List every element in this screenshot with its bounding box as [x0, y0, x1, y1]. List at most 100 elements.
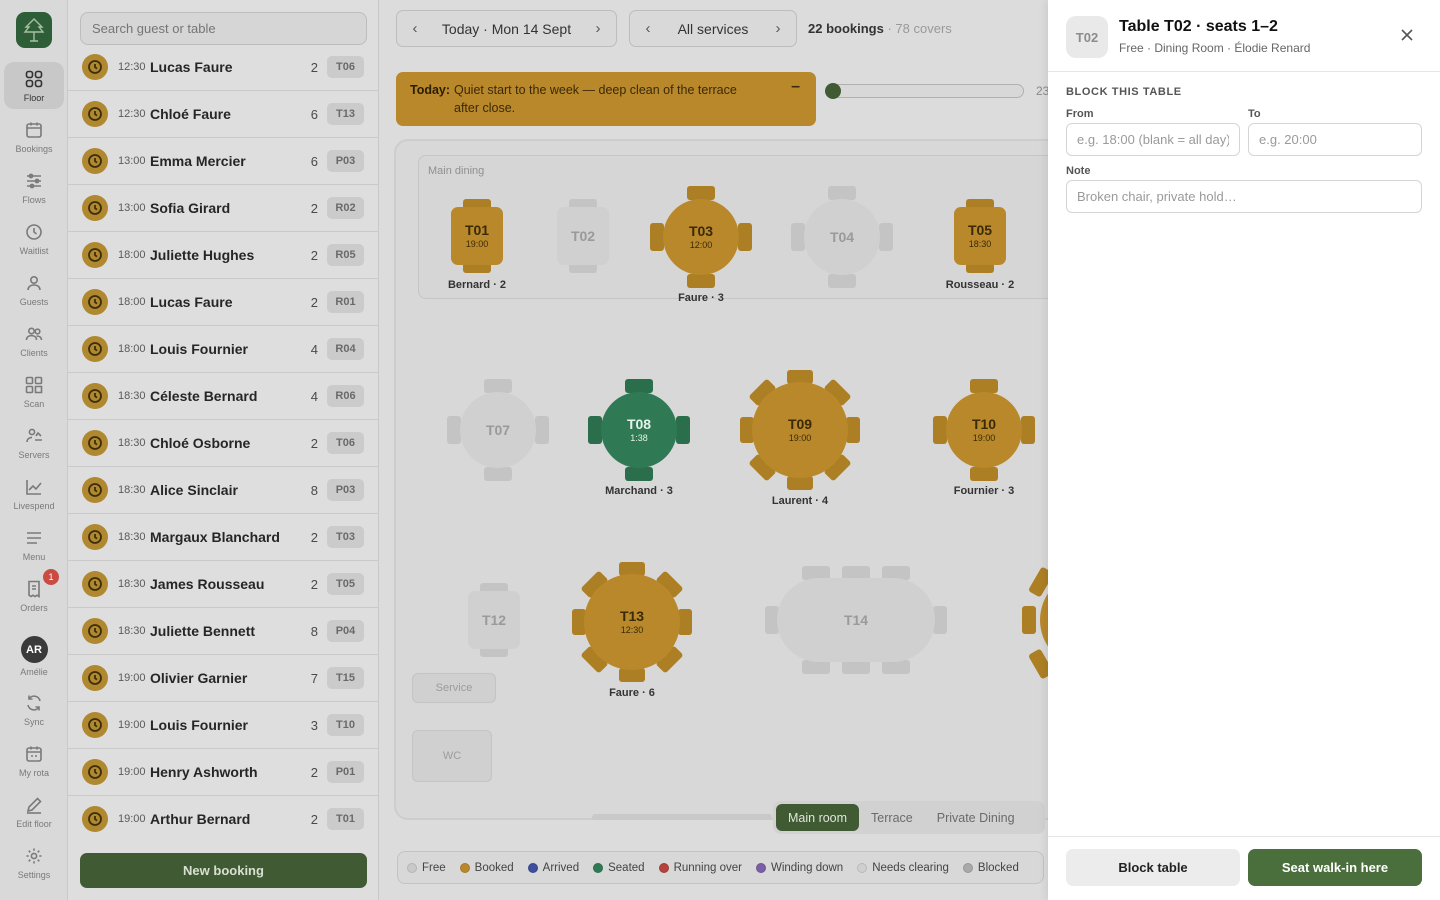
table-t03[interactable]: T03 12:00	[663, 199, 739, 275]
booking-row[interactable]: 18:30 James Rousseau 2 T05	[68, 561, 379, 608]
seat-walk-in-button[interactable]: Seat walk-in here	[1248, 849, 1422, 886]
guest-name: Emma Mercier	[150, 153, 246, 169]
collapse-note-button[interactable]: –	[791, 78, 800, 96]
table-chip[interactable]: T05	[327, 573, 364, 595]
table-t01[interactable]: T01 19:00	[451, 207, 503, 265]
booking-row[interactable]: 13:00 Emma Mercier 6 P03	[68, 138, 379, 185]
nav-livespend[interactable]: Livespend	[4, 470, 64, 517]
nav-bookings[interactable]: Bookings	[4, 113, 64, 160]
nav-servers[interactable]: Servers	[4, 419, 64, 466]
booking-row[interactable]: 18:30 Chloé Osborne 2 T06	[68, 420, 379, 467]
from-time-field[interactable]	[1066, 123, 1240, 156]
booking-row[interactable]: 19:00 Arthur Bernard 2 T01	[68, 796, 379, 840]
tab-private-dining[interactable]: Private Dining	[925, 804, 1027, 831]
time-slider[interactable]	[825, 83, 1024, 99]
nav-settings[interactable]: Settings	[4, 839, 64, 886]
table-t07[interactable]: T07	[460, 392, 536, 468]
nav-edit-floor[interactable]: Edit floor	[4, 788, 64, 835]
nav-guests[interactable]: Guests	[4, 266, 64, 313]
table-t05[interactable]: T05 18:30	[954, 207, 1006, 265]
booking-row[interactable]: 18:30 Céleste Bernard 4 R06	[68, 373, 379, 420]
table-t09[interactable]: T09 19:00	[752, 382, 848, 478]
table-t02[interactable]: T02	[557, 207, 609, 265]
brand-logo[interactable]	[16, 12, 52, 48]
booking-row[interactable]: 18:30 Juliette Bennett 8 P04	[68, 608, 379, 655]
slider-handle[interactable]	[825, 83, 841, 99]
table-id: T14	[843, 611, 869, 628]
nav-flows[interactable]: Flows	[4, 164, 64, 211]
table-chip[interactable]: R06	[327, 385, 364, 407]
table-t13[interactable]: T13 12:30	[584, 574, 680, 670]
nav-label: Settings	[17, 870, 51, 880]
booking-row[interactable]: 18:00 Juliette Hughes 2 R05	[68, 232, 379, 279]
booking-row[interactable]: 12:30 Chloé Faure 6 T13	[68, 91, 379, 138]
nav-label: Guests	[19, 297, 49, 307]
nav-label: Waitlist	[19, 246, 49, 256]
gear-icon	[26, 848, 42, 864]
nav-clients[interactable]: Clients	[4, 317, 64, 364]
floor-scrollbar[interactable]	[592, 814, 772, 820]
nav-label: Servers	[18, 450, 50, 460]
clock-icon	[82, 571, 108, 597]
booking-row[interactable]: 18:00 Louis Fournier 4 R04	[68, 326, 379, 373]
booking-row[interactable]: 18:00 Lucas Faure 2 R01	[68, 279, 379, 326]
nav-menu[interactable]: Menu	[4, 521, 64, 568]
legend-item: Free	[407, 862, 446, 874]
table-chip[interactable]: T06	[327, 56, 364, 78]
table-t04[interactable]: T04	[804, 199, 880, 275]
to-time-field[interactable]	[1248, 123, 1422, 156]
table-chip[interactable]: R01	[327, 291, 364, 313]
table-chip[interactable]: T13	[327, 103, 364, 125]
prev-day-chevron-icon[interactable]: ‹	[397, 20, 433, 37]
next-service-chevron-icon[interactable]: ›	[760, 20, 796, 37]
table-t08[interactable]: T08 1:38	[601, 392, 677, 468]
nav-user-profile[interactable]: AR Amélie	[4, 630, 64, 677]
booking-row[interactable]: 13:00 Sofia Girard 2 R02	[68, 185, 379, 232]
table-chip[interactable]: R04	[327, 338, 364, 360]
service-label[interactable]: All services	[666, 21, 760, 37]
search-input[interactable]	[80, 12, 367, 45]
booking-row[interactable]: 19:00 Olivier Garnier 7 T15	[68, 655, 379, 702]
table-chip[interactable]: P03	[327, 479, 364, 501]
clock-icon	[82, 148, 108, 174]
current-date-label[interactable]: Today · Mon 14 Sept	[433, 21, 580, 37]
table-chip[interactable]: R02	[327, 197, 364, 219]
booking-row[interactable]: 19:00 Henry Ashworth 2 P01	[68, 749, 379, 796]
table-chip[interactable]: P04	[327, 620, 364, 642]
covers-count: 2	[310, 200, 318, 216]
table-t12[interactable]: T12	[468, 591, 520, 649]
nav-floor[interactable]: Floor	[4, 62, 64, 109]
table-chip[interactable]: T06	[327, 432, 364, 454]
nav-my-rota[interactable]: My rota	[4, 737, 64, 784]
tab-main-room[interactable]: Main room	[776, 804, 860, 831]
table-chip[interactable]: P03	[327, 150, 364, 172]
booking-row[interactable]: 18:30 Alice Sinclair 8 P03	[68, 467, 379, 514]
table-chip[interactable]: T03	[327, 526, 364, 548]
table-t10[interactable]: T10 19:00	[946, 392, 1022, 468]
table-chip[interactable]: T01	[327, 808, 364, 830]
booking-row[interactable]: 19:00 Louis Fournier 3 T10	[68, 702, 379, 749]
from-label: From	[1066, 108, 1094, 120]
clock-icon	[82, 195, 108, 221]
nav-orders[interactable]: 1 Orders	[4, 569, 64, 619]
new-booking-button[interactable]: New booking	[80, 853, 367, 888]
block-table-button[interactable]: Block table	[1066, 849, 1240, 886]
nav-scan[interactable]: Scan	[4, 368, 64, 415]
table-t14[interactable]: T14	[777, 578, 935, 662]
nav-waitlist[interactable]: Waitlist	[4, 215, 64, 262]
prev-service-chevron-icon[interactable]: ‹	[630, 20, 666, 37]
next-day-chevron-icon[interactable]: ›	[580, 20, 616, 37]
booking-row[interactable]: 18:30 Margaux Blanchard 2 T03	[68, 514, 379, 561]
tab-terrace[interactable]: Terrace	[859, 804, 925, 831]
table-chip[interactable]: T15	[327, 667, 364, 689]
guest-name: Juliette Bennett	[150, 623, 256, 639]
note-field[interactable]	[1066, 180, 1422, 213]
table-guest-label: Laurent · 4	[771, 495, 829, 507]
bookings-list: 12:30 Lucas Faure 2 T06 12:30 Chloé Faure 6 T13…	[68, 44, 379, 840]
booking-row[interactable]: 12:30 Lucas Faure 2 T06	[68, 44, 379, 91]
table-chip[interactable]: P01	[327, 761, 364, 783]
table-chip[interactable]: R05	[327, 244, 364, 266]
close-icon[interactable]	[1398, 26, 1416, 44]
nav-sync[interactable]: Sync	[4, 686, 64, 733]
table-chip[interactable]: T10	[327, 714, 364, 736]
